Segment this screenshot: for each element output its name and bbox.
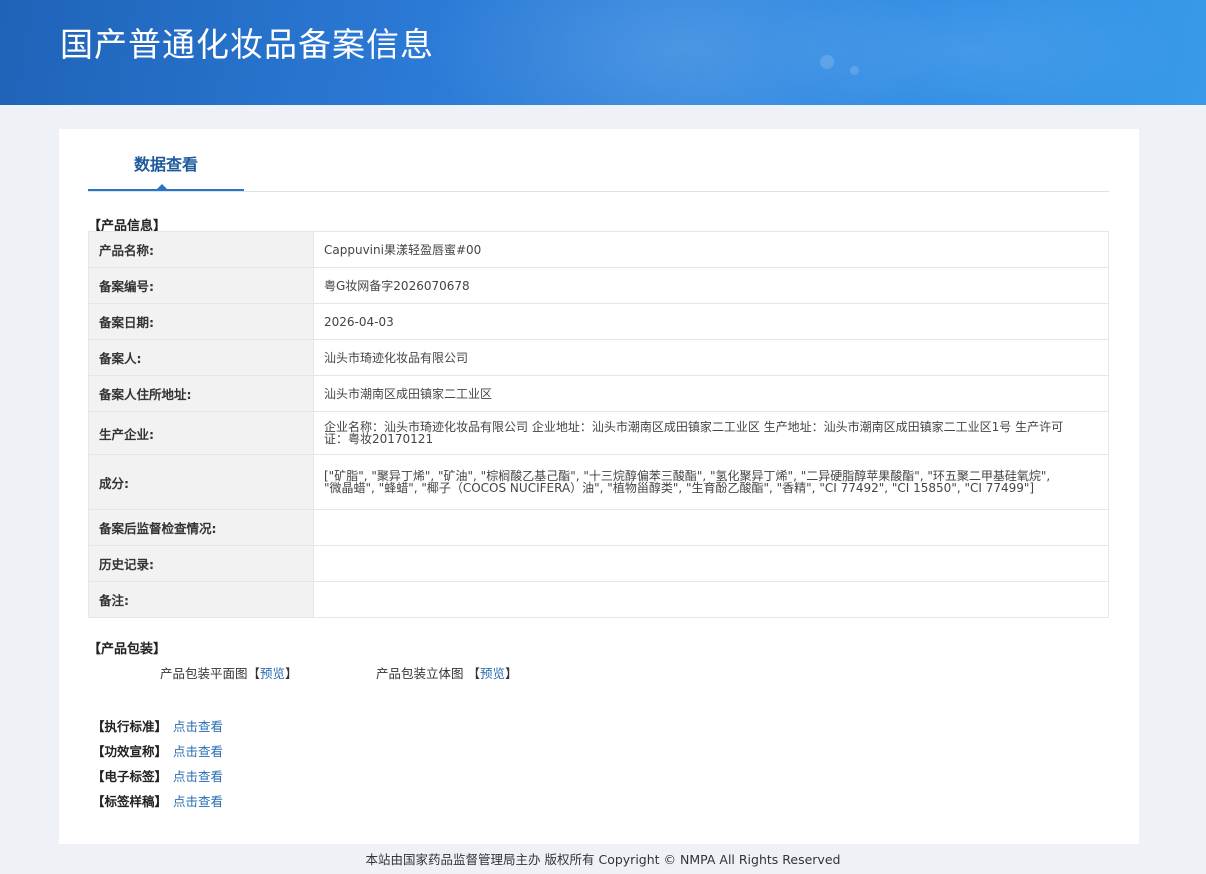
row-value: Cappuvini果漾轻盈唇蜜#00: [313, 231, 1109, 268]
row-label: 备案人住所地址:: [88, 375, 314, 412]
tab-caret-icon: [156, 184, 168, 190]
row-value: ["矿脂", "聚异丁烯", "矿油", "棕榈酸乙基己酯", "十三烷醇偏苯三…: [313, 454, 1109, 510]
row-value: 汕头市琦迹化妆品有限公司: [313, 339, 1109, 376]
list-item: 【标签样稿】 点击查看: [92, 791, 223, 816]
table-row: 备案人: 汕头市琦迹化妆品有限公司: [88, 339, 1109, 376]
row-label: 备案编号:: [88, 267, 314, 304]
table-row: 备案编号: 粤G妆网备字2026070678: [88, 267, 1109, 304]
row-value: 2026-04-03: [313, 303, 1109, 340]
bracket: 【: [247, 666, 261, 681]
doc-link-label: 【执行标准】: [92, 719, 168, 734]
view-standard-link[interactable]: 点击查看: [173, 719, 223, 734]
packaging-flat-label: 产品包装平面图: [160, 666, 248, 681]
table-row: 备注:: [88, 581, 1109, 618]
table-row: 备案人住所地址: 汕头市潮南区成田镇家二工业区: [88, 375, 1109, 412]
banner-decoration: [760, 0, 1180, 105]
row-label: 成分:: [88, 454, 314, 510]
bracket: 】: [285, 666, 298, 681]
tab-label: 数据查看: [133, 155, 198, 174]
content-panel: 数据查看 【产品信息】 产品名称: Cappuvini果漾轻盈唇蜜#00 备案编…: [59, 129, 1139, 844]
packaging-solid-preview-link[interactable]: 预览: [480, 666, 505, 681]
section-label-packaging: 【产品包装】: [88, 642, 167, 657]
doc-links: 【执行标准】 点击查看 【功效宣称】 点击查看 【电子标签】 点击查看 【标签样稿】点…: [92, 716, 223, 816]
doc-link-label: 【功效宣称】: [92, 744, 168, 759]
row-value: 汕头市潮南区成田镇家二工业区: [313, 375, 1109, 412]
row-label: 历史记录:: [88, 545, 314, 582]
manufacturer-text: 企业名称：汕头市琦迹化妆品有限公司 企业地址：汕头市潮南区成田镇家二工业区 生产…: [324, 420, 1064, 446]
row-value: 粤G妆网备字2026070678: [313, 267, 1109, 304]
view-label-sample-link[interactable]: 点击查看: [173, 794, 223, 809]
product-info-table: 产品名称: Cappuvini果漾轻盈唇蜜#00 备案编号: 粤G妆网备字202…: [88, 231, 1109, 618]
row-label: 产品名称:: [88, 231, 314, 268]
list-item: 【电子标签】 点击查看: [92, 766, 223, 791]
packaging-flat-preview-link[interactable]: 预览: [260, 666, 285, 681]
tab-data-view[interactable]: 数据查看: [88, 129, 244, 191]
doc-link-label: 【标签样稿】: [92, 794, 168, 809]
view-efficacy-link[interactable]: 点击查看: [173, 744, 223, 759]
doc-link-label: 【电子标签】: [92, 769, 168, 784]
banner-decoration: [850, 66, 859, 75]
packaging-flat: 产品包装平面图【预览】: [160, 663, 298, 682]
page-title: 国产普通化妆品备案信息: [60, 25, 434, 64]
header-banner: 国产普通化妆品备案信息: [0, 0, 1206, 105]
packaging-solid: 产品包装立体图 【预览】: [376, 663, 518, 682]
row-label: 备案人:: [88, 339, 314, 376]
banner-decoration: [820, 55, 834, 69]
ingredients-text: ["矿脂", "聚异丁烯", "矿油", "棕榈酸乙基己酯", "十三烷醇偏苯三…: [324, 469, 1051, 495]
tab-bar: 数据查看: [88, 129, 1109, 192]
row-label: 备案后监督检查情况:: [88, 509, 314, 546]
table-row: 历史记录:: [88, 545, 1109, 582]
table-row: 生产企业: 企业名称：汕头市琦迹化妆品有限公司 企业地址：汕头市潮南区成田镇家二…: [88, 411, 1109, 455]
table-row: 产品名称: Cappuvini果漾轻盈唇蜜#00: [88, 231, 1109, 268]
row-label: 备案日期:: [88, 303, 314, 340]
row-value: [313, 581, 1109, 618]
row-value: [313, 509, 1109, 546]
row-value: [313, 545, 1109, 582]
table-row: 备案后监督检查情况:: [88, 509, 1109, 546]
bracket: 】: [505, 666, 518, 681]
list-item: 【执行标准】 点击查看: [92, 716, 223, 741]
row-label: 备注:: [88, 581, 314, 618]
row-label: 生产企业:: [88, 411, 314, 455]
list-item: 【功效宣称】 点击查看: [92, 741, 223, 766]
footer-copyright: 本站由国家药品监督管理局主办 版权所有 Copyright © NMPA All…: [365, 852, 841, 867]
bracket: 【: [467, 666, 481, 681]
table-row: 成分: ["矿脂", "聚异丁烯", "矿油", "棕榈酸乙基己酯", "十三烷…: [88, 454, 1109, 510]
view-e-label-link[interactable]: 点击查看: [173, 769, 223, 784]
row-value: 企业名称：汕头市琦迹化妆品有限公司 企业地址：汕头市潮南区成田镇家二工业区 生产…: [313, 411, 1109, 455]
table-row: 备案日期: 2026-04-03: [88, 303, 1109, 340]
packaging-solid-label: 产品包装立体图: [376, 666, 464, 681]
